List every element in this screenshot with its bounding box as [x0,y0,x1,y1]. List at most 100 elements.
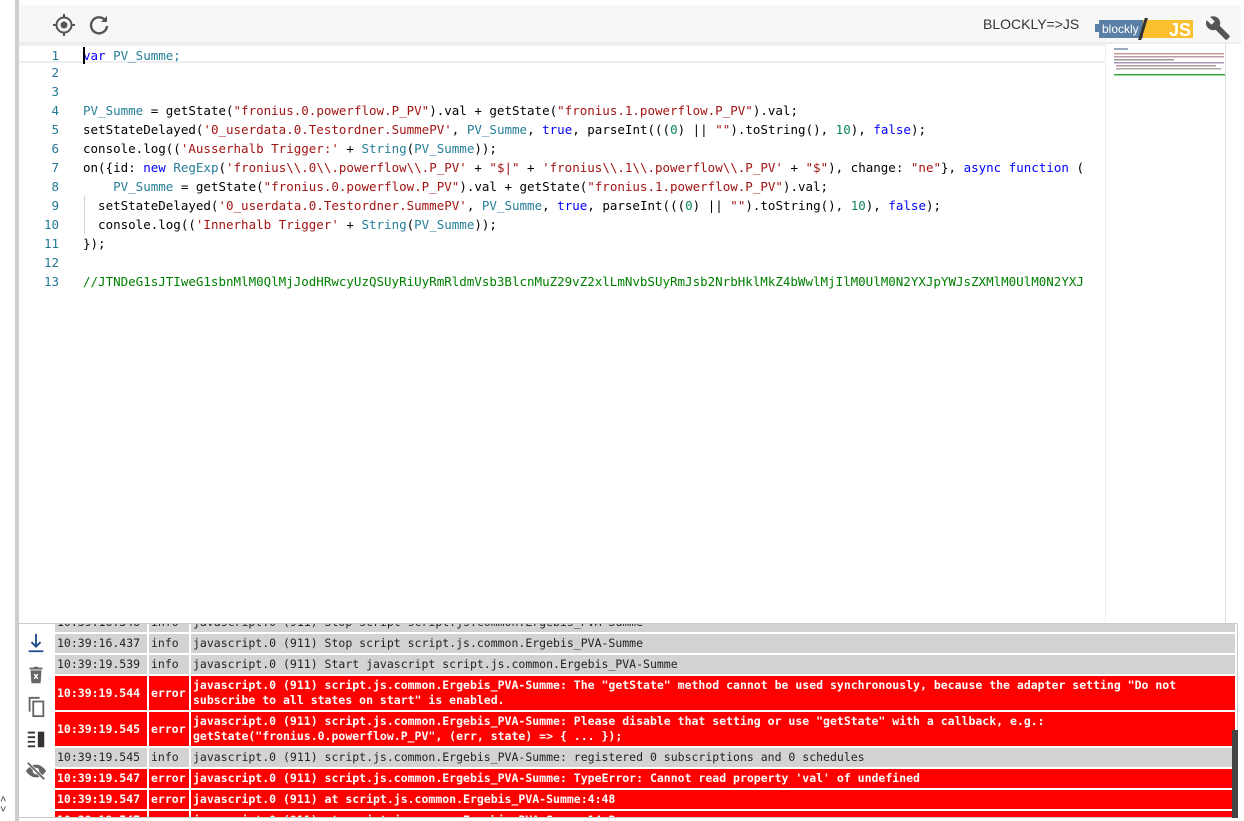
line-number: 10 [43,217,59,232]
code-token: "fronius.1.powerflow.P_PV" [587,179,783,194]
code-token: 'Ausserhalb Trigger:' [180,141,339,156]
log-toolbar [19,624,55,817]
code-line[interactable]: 8 PV_Summe = getState("fronius.0.powerfl… [19,177,1105,196]
editor-scrollbar[interactable] [1225,44,1237,622]
trash-icon[interactable] [25,664,47,686]
log-message: javascript.0 (911) script.js.common.Erge… [191,748,1235,767]
line-number: 4 [51,103,59,118]
logo-js-text: JS [1169,20,1191,40]
log-time: 10:39:19.547 [55,811,149,817]
code-token: "ne" [910,160,941,175]
line-number: 2 [51,65,59,80]
log-row: 10:39:19.545 error javascript.0 (911) scri… [55,712,1235,746]
log-level: info [149,748,191,767]
code-line[interactable]: 13 //JTNDeG1sJTIweG1sbnMlM0QlMjJodHRwcyUz… [19,272,1105,291]
blockly-to-js-button[interactable]: BLOCKLY=>JS [983,16,1079,32]
code-token: '0_userdata.0.Testordner.SummePV' [203,122,452,137]
code-line[interactable]: 3 [19,82,1105,101]
code-token: '0_userdata.0.Testordner.SummePV' [218,198,467,213]
log-message: javascript.0 (911) script.js.common.Erge… [191,712,1235,746]
code-text: setStateDelayed('0_userdata.0.Testordner… [83,120,926,139]
code-line[interactable]: 7 on({id: new RegExp('fronius\\.0\\.power… [19,158,1105,177]
code-token: "$" [805,160,829,175]
code-text: PV_Summe = getState("fronius.0.powerflow… [83,177,828,196]
log-message: javascript.0 (911) Stop script script.js… [191,624,1235,632]
minimap-preview [1114,48,1226,76]
code-token: "" [730,198,746,213]
code-token: 0 [685,198,693,213]
code-line[interactable]: 9 setStateDelayed('0_userdata.0.Testordn… [19,196,1105,215]
log-scrollbar[interactable] [1232,730,1238,818]
log-level: error [149,712,191,746]
code-token: = getState( [173,179,264,194]
copy-icon[interactable] [25,696,47,718]
code-line[interactable]: 4 PV_Summe = getState("fronius.0.powerflo… [19,101,1105,120]
code-line[interactable]: 1 var PV_Summe; [19,44,1105,64]
code-token: var [83,48,106,63]
code-minimap[interactable] [1105,44,1226,622]
code-line[interactable]: 5 setStateDelayed('0_userdata.0.Testordne… [19,120,1105,139]
code-token: , [466,198,482,213]
line-number: 12 [43,255,59,270]
scroll-to-bottom-icon[interactable] [25,632,47,654]
blockly-js-logo[interactable]: blockly JS [1095,15,1193,43]
code-token: 'Innerhalb Trigger' [195,217,339,232]
code-token: , parseInt((( [587,198,686,213]
log-level: error [149,769,191,788]
code-line[interactable]: 6 console.log(('Ausserhalb Trigger:' + St… [19,139,1105,158]
code-line[interactable]: 2 [19,63,1105,82]
log-row: 10:39:19.545 info javascript.0 (911) scrip… [55,748,1235,767]
logo-blockly-text: blockly [1102,22,1139,36]
line-number: 8 [51,179,59,194]
log-time: 10:39:19.545 [55,712,149,746]
code-token: ( [1068,160,1084,175]
code-line[interactable]: 10 console.log(('Innerhalb Trigger' + St… [19,215,1105,234]
log-message: javascript.0 (911) at script.js.common.E… [191,811,1235,817]
code-token: setStateDelayed( [83,198,219,213]
log-row: 10:39:19.544 error javascript.0 (911) scri… [55,676,1235,710]
wrench-icon[interactable] [1205,15,1231,41]
chevron-up-down-icon[interactable]: ˄ ˅ [0,795,12,817]
code-token: 'fronius\\.0\\.powerflow\\.P_PV' [226,160,467,175]
list-view-icon[interactable] [25,728,47,750]
code-token: new [143,160,166,175]
code-token: ) || [677,122,716,137]
code-token: console.log(( [83,217,196,232]
code-line[interactable]: 11}); [19,234,1105,253]
log-message: javascript.0 (911) script.js.common.Erge… [191,676,1235,710]
code-token: PV_Summe [414,141,475,156]
code-line[interactable]: 12 [19,253,1105,272]
locate-icon[interactable] [52,13,76,37]
code-token: PV_Summe [83,103,144,118]
code-token: "fronius.1.powerflow.P_PV" [557,103,753,118]
code-token: + [466,160,490,175]
code-token: ).toString(), [745,198,851,213]
code-token: , parseInt((( [572,122,671,137]
log-panel: 10:39:16.346infojavascript.0 (911) Stop … [18,623,1238,818]
code-token: ), [865,198,889,213]
code-text: PV_Summe = getState("fronius.0.powerflow… [83,101,798,120]
log-rows: 10:39:16.346infojavascript.0 (911) Stop … [55,624,1235,817]
code-token: String [361,141,407,156]
code-token: + [782,160,806,175]
code-token: ( [218,160,227,175]
log-level: error [149,676,191,710]
code-token: + [519,160,543,175]
refresh-icon[interactable] [87,13,111,37]
code-token: setStateDelayed( [83,122,204,137]
code-token: console.log(( [83,141,181,156]
code-token: //JTNDeG1sJTIweG1sbnMlM0QlMjJodHRwcyUzQS… [83,274,1084,289]
log-level: error [149,790,191,809]
code-token: }, [941,160,964,175]
eye-off-icon[interactable] [25,760,47,782]
code-token: )); [474,217,497,232]
code-editor[interactable]: 1 var PV_Summe; 2 3 4 PV_Summe = getState("fr… [19,44,1105,622]
code-token: 10 [835,122,851,137]
code-token: "fronius.0.powerflow.P_PV" [263,179,460,194]
code-token: + [338,141,362,156]
log-row: 10:39:19.539 info javascript.0 (911) Start… [55,655,1235,674]
log-time: 10:39:19.545 [55,748,149,767]
log-time: 10:39:19.539 [55,655,149,674]
code-token: ).val + getState( [429,103,558,118]
